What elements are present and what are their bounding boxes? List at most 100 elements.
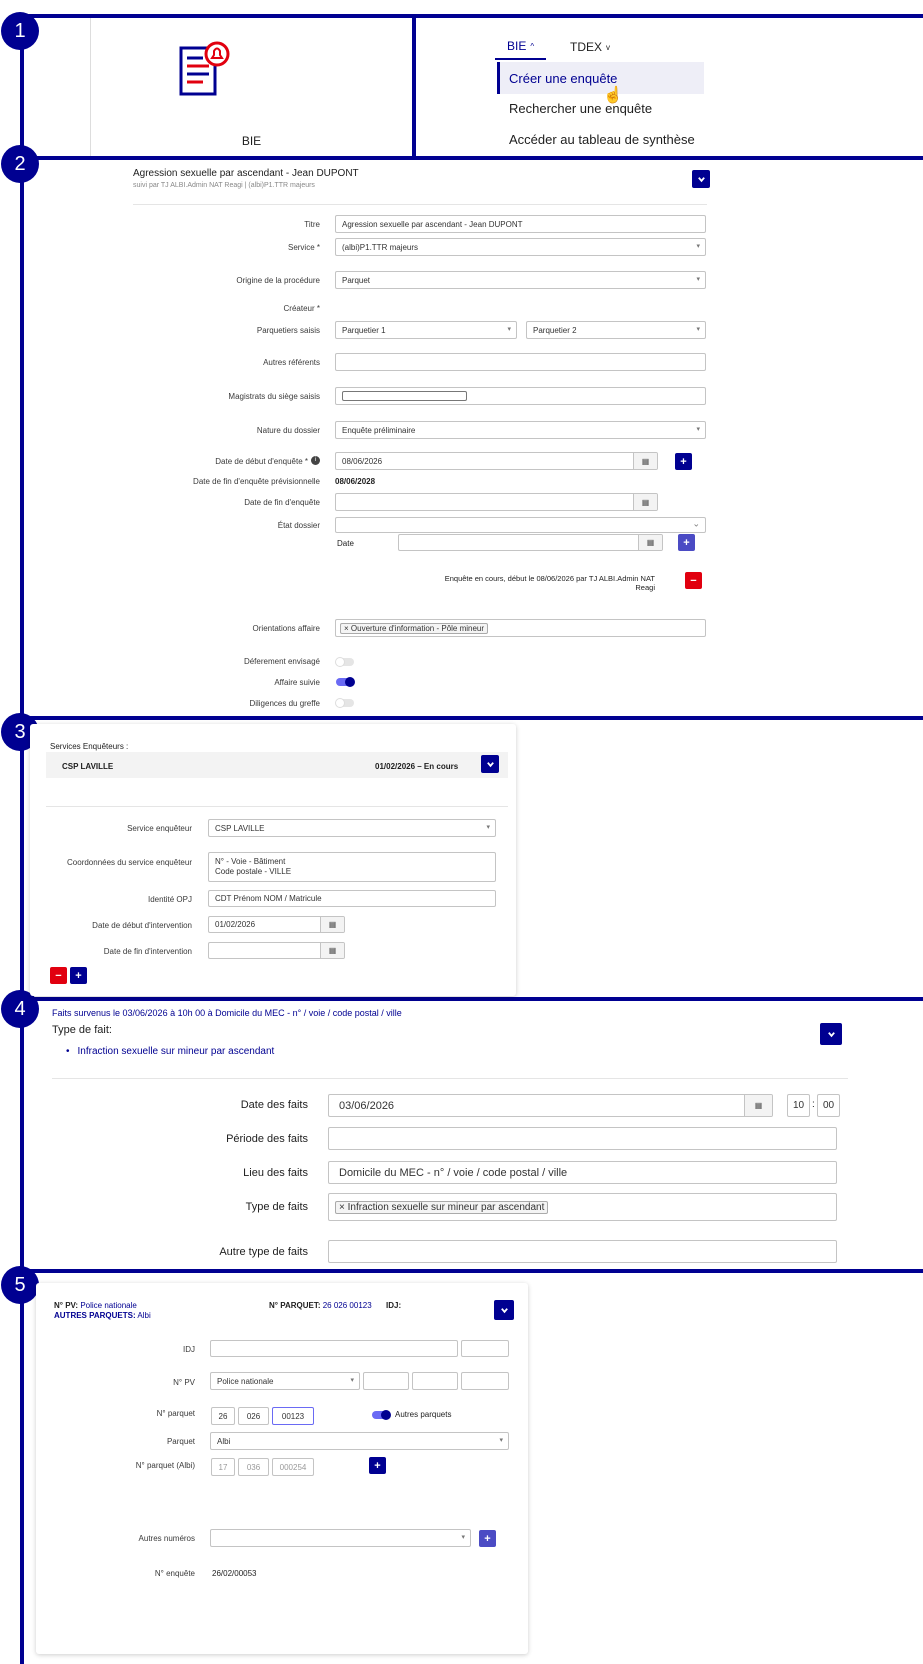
date-fin-input[interactable]: ▦ [335,493,658,511]
autres-summary-label: AUTRES PARQUETS: [54,1311,136,1320]
add-etat-button[interactable]: + [678,534,695,551]
pv-select[interactable]: Police nationale ▾ [210,1372,360,1390]
label-periode: Période des faits [226,1133,308,1145]
autres-numeros-select[interactable]: ▾ [210,1529,471,1547]
menu-item-synthesis[interactable]: Accéder au tableau de synthèse [509,132,695,147]
collapse-button[interactable] [692,170,710,188]
add-service-button[interactable]: + [70,967,87,984]
lieu-input[interactable]: Domicile du MEC - n° / voie / code posta… [328,1161,837,1184]
bie-tile-label: BIE [241,134,262,148]
label-origine: Origine de la procédure [236,276,320,285]
autre-type-input[interactable] [328,1240,837,1263]
nature-select[interactable]: Enquête préliminaire ▾ [335,421,706,439]
etat-select[interactable]: ⌄ [335,517,706,533]
coord-textarea[interactable]: N° - Voie - Bâtiment Code postale - VILLE [208,852,496,882]
num-parquet-3[interactable]: 00123 [272,1407,314,1425]
date-debut-input[interactable]: 08/06/2026 ▦ [335,452,658,470]
label-parquet: Parquet [166,1437,195,1446]
label-orientations: Orientations affaire [252,624,320,633]
hour-input[interactable]: 10 [787,1094,810,1117]
step-badge-1: 1 [1,12,39,50]
label-service-enq: Service enquêteur [127,824,192,833]
service-row-toggle[interactable] [481,755,499,773]
calendar-icon[interactable]: ▦ [633,453,657,469]
label-autres-ref: Autres référents [263,358,320,367]
albi-part-2[interactable]: 036 [238,1458,269,1476]
parquetier1-select[interactable]: Parquetier 1 ▾ [335,321,517,339]
magistrats-input[interactable] [335,387,706,405]
fin-int-input[interactable]: ▦ [208,942,345,959]
affaire-suivie-toggle[interactable] [336,677,355,687]
debut-int-input[interactable]: 01/02/2026 ▦ [208,916,345,933]
label-parquetiers: Parquetiers saisis [256,326,320,335]
label-etat: État dossier [277,521,320,530]
type-faits-tag[interactable]: × Infraction sexuelle sur mineur par asc… [335,1200,549,1214]
bie-tile[interactable]: BIE [90,18,412,156]
deferement-toggle[interactable] [335,657,354,667]
titre-input[interactable]: Agression sexuelle par ascendant - Jean … [335,215,706,233]
origine-select[interactable]: Parquet ▾ [335,271,706,289]
idj-input[interactable] [210,1340,458,1357]
label-service: Service * [287,243,320,252]
autres-parquets-label: Autres parquets [395,1410,452,1419]
chevron-down-icon: ⌄ [692,518,700,529]
label-num-parquet-albi: N° parquet (Albi) [135,1461,195,1470]
faits-collapse-button[interactable] [820,1023,842,1045]
tab-bie[interactable]: BIE ^ [495,34,547,60]
caret-icon: ▾ [696,426,700,434]
pv-part-2[interactable] [412,1372,458,1390]
parquet-select[interactable]: Albi ▾ [210,1432,509,1450]
num-parquet-2[interactable]: 026 [238,1407,269,1425]
label-affaire-suivie: Affaire suivie [274,678,320,687]
add-button[interactable]: + [675,453,692,470]
debut-int-value: 01/02/2026 [215,920,256,929]
remove-service-button[interactable]: − [50,967,67,984]
add-numero-button[interactable]: + [479,1530,496,1547]
add-parquet-button[interactable]: + [369,1457,386,1474]
idj-input-2[interactable] [461,1340,509,1357]
orientation-tag[interactable]: × Ouverture d'information - Pôle mineur [340,622,489,634]
parquetier1-value: Parquetier 1 [342,325,386,335]
num-enquete-value: 26/02/00053 [212,1569,257,1578]
autres-ref-input[interactable] [335,353,706,371]
calendar-icon[interactable]: ▦ [320,943,344,958]
date-faits-input[interactable]: 03/06/2026 ▦ [328,1094,773,1117]
calendar-icon[interactable]: ▦ [633,494,657,510]
caret-icon: ▾ [696,243,700,251]
caret-icon: ▾ [696,276,700,284]
minute-input[interactable]: 00 [817,1094,840,1117]
pv-part-3[interactable] [461,1372,509,1390]
tab-tdex[interactable]: TDEX v [560,34,620,60]
inner-search-box[interactable] [342,391,467,401]
autres-parquets-toggle[interactable] [372,1410,391,1420]
info-icon[interactable]: i [311,456,320,465]
albi-part-3[interactable]: 000254 [272,1458,314,1476]
pv-part-1[interactable] [363,1372,409,1390]
label-date-fin-prev: Date de fin d'enquête prévisionnelle [193,477,320,486]
caret-icon: ▾ [461,1534,465,1542]
label-fin-int: Date de fin d'intervention [103,947,192,956]
service-value: (albi)P1.TTR majeurs [342,242,419,252]
opj-input[interactable]: CDT Prénom NOM / Matricule [208,890,496,907]
menu-item-create[interactable]: Créer une enquête [497,62,704,94]
calendar-icon[interactable]: ▦ [638,535,662,550]
calendar-icon[interactable]: ▦ [744,1095,772,1116]
remove-button[interactable]: − [685,572,702,589]
faits-heading[interactable]: Faits survenus le 03/06/2026 à 10h 00 à … [52,1008,402,1018]
albi-part-1[interactable]: 17 [211,1458,235,1476]
diligences-toggle[interactable] [335,698,354,708]
label-lieu: Lieu des faits [243,1167,308,1179]
orientations-input[interactable]: × Ouverture d'information - Pôle mineur [335,619,706,637]
service-enq-select[interactable]: CSP LAVILLE ▾ [208,819,496,837]
etat-date-input[interactable]: ▦ [398,534,663,551]
parquetier2-select[interactable]: Parquetier 2 ▾ [526,321,706,339]
type-faits-input[interactable]: × Infraction sexuelle sur mineur par asc… [328,1193,837,1221]
label-autre-type: Autre type de faits [219,1246,308,1258]
num-parquet-1[interactable]: 26 [211,1407,235,1425]
service-select[interactable]: (albi)P1.TTR majeurs ▾ [335,238,706,256]
calendar-icon[interactable]: ▦ [320,917,344,932]
menu-item-search[interactable]: Rechercher une enquête [509,101,652,116]
type-faits-tag-label: Infraction sexuelle sur mineur par ascen… [347,1201,545,1213]
parquet-collapse-button[interactable] [494,1300,514,1320]
periode-input[interactable] [328,1127,837,1150]
